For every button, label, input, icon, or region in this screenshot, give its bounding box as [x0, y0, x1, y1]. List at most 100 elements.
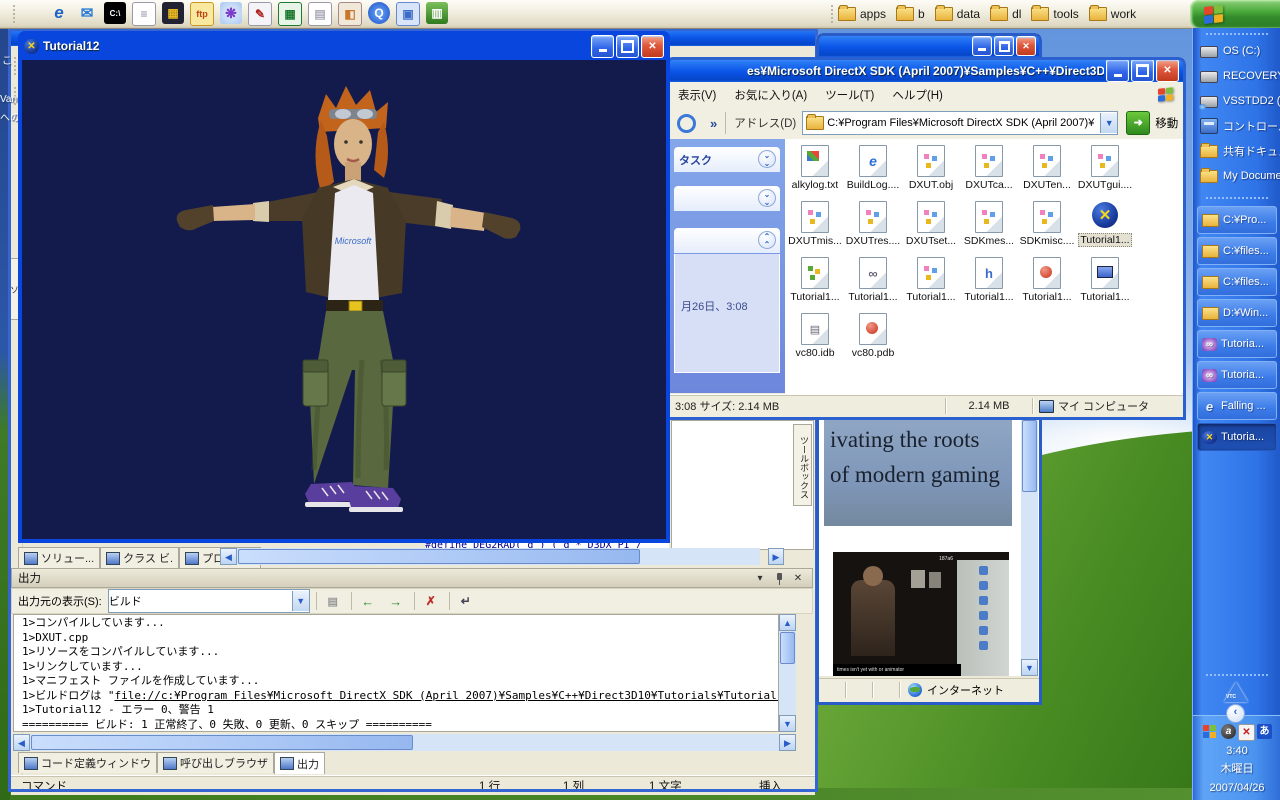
task-pane-header[interactable]: ⌃⌃ — [674, 228, 780, 253]
minimize-button[interactable] — [1106, 59, 1129, 82]
taskbar-window-button[interactable]: C:¥files... — [1197, 237, 1277, 265]
file-item[interactable]: Tutorial1... — [1077, 257, 1133, 313]
taskbar-window-button[interactable]: D:¥Win... — [1197, 299, 1277, 327]
scroll-thumb[interactable] — [1022, 420, 1037, 492]
tray-grip[interactable] — [1205, 673, 1269, 677]
scroll-thumb[interactable] — [238, 549, 640, 564]
chevron-double-up-icon[interactable]: ⌃⌃ — [758, 231, 776, 249]
file-item[interactable]: DXUTset... — [903, 201, 959, 257]
output-log-text[interactable]: 1>コンパイルしています... 1>DXUT.cpp 1>リソースをコンパイルし… — [13, 614, 779, 732]
quick-launch-icon[interactable]: e — [48, 2, 70, 24]
windows-update-tray-icon[interactable] — [1202, 724, 1219, 741]
menu-item[interactable]: ツール(T) — [816, 87, 883, 103]
address-input[interactable] — [827, 117, 1100, 129]
quick-launch-icon[interactable]: ▥ — [426, 2, 448, 24]
quick-launch-icon[interactable]: ❋ — [220, 2, 242, 24]
desktop-toolbar-item[interactable]: コントロール パ — [1193, 113, 1280, 138]
page-video-thumbnail[interactable]: 187a6 times isn't yet with or animator — [833, 552, 1009, 676]
toolbar-grip[interactable] — [830, 4, 834, 24]
close-button[interactable]: ✕ — [641, 35, 664, 58]
ime-caps-tray-icon[interactable]: ✕ — [1238, 724, 1255, 741]
ime-hiragana-tray-icon[interactable]: あ — [1257, 724, 1272, 739]
maximize-button[interactable] — [994, 36, 1014, 56]
folder-shortcut[interactable]: apps — [838, 7, 886, 21]
quick-launch-icon[interactable]: ftp — [190, 2, 214, 26]
taskbar-window-button[interactable]: Tutoria... — [1197, 361, 1277, 389]
search-icon[interactable] — [677, 114, 696, 133]
quick-launch-icon[interactable]: ≡ — [132, 2, 156, 26]
close-button[interactable]: ✕ — [1016, 36, 1036, 56]
quick-launch-icon[interactable]: ✎ — [248, 2, 272, 26]
desktop-toolbar-item[interactable]: OS (C:) — [1193, 38, 1280, 63]
tutorial12-titlebar[interactable]: ✕ Tutorial12 ✕ — [21, 33, 667, 59]
scroll-left-arrow[interactable]: ◀ — [13, 734, 30, 751]
vs-tool-window-tab[interactable]: クラス ビ. — [100, 547, 179, 568]
file-item[interactable]: DXUTca... — [961, 145, 1017, 201]
address-bar[interactable]: ▼ — [802, 111, 1118, 135]
window-position-icon[interactable]: ▾ — [752, 571, 768, 586]
desktop-toolbar-item[interactable]: My Documen — [1193, 163, 1280, 188]
output-horizontal-scrollbar[interactable]: ◀ ▶ — [13, 734, 796, 751]
desktop-toolbar-item[interactable]: RECOVERY — [1193, 63, 1280, 88]
start-button[interactable] — [1190, 0, 1280, 28]
direct3d-viewport[interactable]: Microsoft — [22, 60, 666, 539]
word-wrap-icon[interactable]: ↵ — [454, 590, 478, 612]
vs-tool-window-tab[interactable]: ソリュー... — [18, 547, 100, 568]
menu-item[interactable]: お気に入り(A) — [725, 87, 816, 103]
output-source-combobox[interactable]: ▼ — [108, 589, 310, 613]
file-item[interactable]: SDKmes... — [961, 201, 1017, 257]
scroll-right-arrow[interactable]: ▶ — [768, 548, 784, 565]
file-item[interactable]: Tutorial1... — [961, 257, 1017, 313]
file-item[interactable]: DXUTres.... — [845, 201, 901, 257]
file-item[interactable]: vc80.pdb — [845, 313, 901, 369]
quick-launch-icon[interactable]: ▦ — [278, 2, 302, 26]
folder-shortcut[interactable]: tools — [1031, 7, 1078, 21]
vs-bottom-tab[interactable]: 出力 — [274, 752, 325, 774]
build-log-link[interactable]: file://c:¥Program Files¥Microsoft Direct… — [115, 689, 780, 702]
find-message-icon[interactable]: ▤ — [321, 590, 345, 612]
folder-shortcut[interactable]: data — [935, 7, 980, 21]
vs-bottom-tab[interactable]: コード定義ウィンドウ — [18, 752, 157, 773]
output-source-value[interactable] — [109, 595, 292, 607]
file-item[interactable]: DXUTgui.... — [1077, 145, 1133, 201]
maximize-button[interactable] — [1131, 59, 1154, 82]
chevron-down-icon[interactable]: ▼ — [1100, 113, 1117, 133]
tray-collapse-chevron[interactable]: ‹ — [1226, 704, 1245, 723]
clear-all-icon[interactable]: ✗ — [419, 590, 443, 612]
task-pane-header[interactable]: ⌄⌄ — [674, 186, 780, 211]
task-pane-header[interactable]: タスク ⌄⌄ — [674, 147, 780, 172]
file-item[interactable]: SDKmisc.... — [1019, 201, 1075, 257]
minimize-button[interactable] — [591, 35, 614, 58]
scroll-right-arrow[interactable]: ▶ — [779, 734, 796, 751]
scroll-thumb[interactable] — [31, 735, 413, 750]
file-item[interactable]: vc80.idb — [787, 313, 843, 369]
desktop-toolbar-item[interactable]: 共有ドキュメン — [1193, 138, 1280, 163]
folder-shortcut[interactable]: work — [1089, 7, 1136, 21]
close-button[interactable]: ✕ — [1156, 59, 1179, 82]
scroll-up-arrow[interactable]: ▲ — [779, 614, 796, 631]
file-item[interactable]: Tutorial1... — [787, 257, 843, 313]
quick-launch-icon[interactable]: ▤ — [308, 2, 332, 26]
auto-hide-pin-icon[interactable] — [771, 571, 787, 586]
scroll-down-arrow[interactable]: ▼ — [779, 715, 796, 732]
menu-item[interactable]: 表示(V) — [669, 87, 725, 103]
toolbar-overflow-chevron[interactable]: » — [710, 116, 717, 131]
quick-launch-icon[interactable]: Q — [368, 2, 390, 24]
toolbar-grip[interactable] — [12, 4, 16, 24]
file-item[interactable]: BuildLog.... — [845, 145, 901, 201]
desktop-toolbar-item[interactable]: VSSTDD2 (E — [1193, 88, 1280, 113]
file-item[interactable]: DXUTmis... — [787, 201, 843, 257]
maximize-button[interactable] — [616, 35, 639, 58]
browser-vertical-scrollbar[interactable]: ▼ — [1021, 420, 1038, 676]
scroll-left-arrow[interactable]: ◀ — [220, 548, 237, 565]
folder-shortcut[interactable]: b — [896, 7, 925, 21]
output-panel-header[interactable]: 出力 ▾ ✕ — [11, 568, 813, 588]
file-item[interactable]: alkylog.txt — [787, 145, 843, 201]
file-item[interactable]: Tutorial1... — [845, 257, 901, 313]
editor-horizontal-scrollbar[interactable]: ◀ — [220, 548, 760, 565]
next-message-icon[interactable]: → — [384, 590, 408, 612]
file-item[interactable]: Tutorial1... — [1019, 257, 1075, 313]
browser-titlebar[interactable]: ✕ — [819, 35, 1039, 57]
chevron-down-icon[interactable]: ▼ — [292, 591, 309, 611]
vs-bottom-tab[interactable]: 呼び出しブラウザ — [157, 752, 274, 773]
